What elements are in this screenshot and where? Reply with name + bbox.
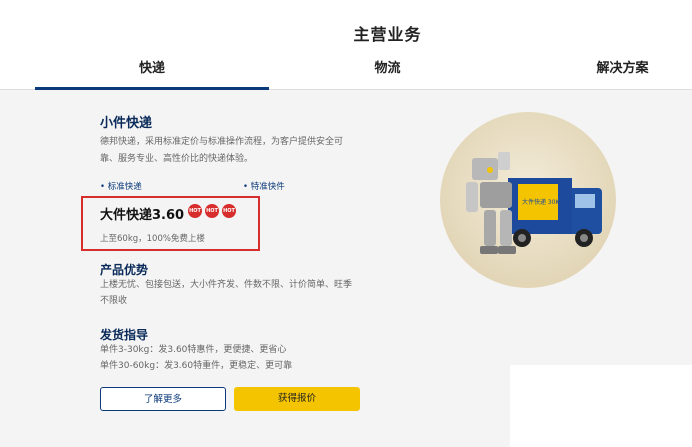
tab-express[interactable]: 快递 — [35, 55, 269, 90]
guide-line2: 单件30-60kg：发3.60特重件，更稳定、更可靠 — [100, 361, 293, 371]
tab-bar: 快递 物流 解决方案 — [0, 55, 692, 90]
bullet-standard-express[interactable]: 标准快递 — [100, 180, 142, 192]
tab-solutions[interactable]: 解决方案 — [575, 55, 670, 87]
advantage-title: 产品优势 — [100, 263, 149, 277]
get-quote-button[interactable]: 获得报价 — [234, 387, 360, 411]
robot-truck-illustration: 大件快递 30KG — [440, 112, 616, 288]
advantage-line1: 上楼无忧、包接包送，大小件齐发、件数不限、计价简单、旺季 — [100, 280, 353, 290]
tab-logistics[interactable]: 物流 — [340, 55, 435, 87]
advantage-line2: 不限收 — [100, 296, 128, 306]
hot-badge-icon: HOT — [222, 204, 236, 218]
small-express-desc-line2: 靠、服务专业、高性价比的快递体验。 — [100, 154, 254, 164]
bullet-special-express[interactable]: 特准快件 — [243, 180, 285, 192]
big-express-title: 大件快递3.60 — [100, 208, 185, 223]
guide-title: 发货指导 — [100, 328, 149, 342]
svg-text:大件快递 30KG: 大件快递 30KG — [522, 198, 564, 206]
learn-more-button[interactable]: 了解更多 — [100, 387, 226, 411]
lower-right-panel — [510, 365, 692, 447]
hot-badge-icon: HOT — [205, 204, 219, 218]
guide-line1: 单件3-30kg：发3.60特惠件，更便捷、更省心 — [100, 345, 287, 355]
small-express-desc-line1: 德邦快递，采用标准定价与标准操作流程，为客户提供安全可 — [100, 137, 344, 147]
section-title: 主营业务 — [353, 25, 422, 44]
small-express-title: 小件快递 — [100, 116, 153, 131]
content-area: 小件快递 德邦快递，采用标准定价与标准操作流程，为客户提供安全可 靠、服务专业、… — [0, 90, 692, 447]
big-express-note: 上至60kg，100%免费上楼 — [100, 234, 205, 244]
hot-badges: HOT HOT HOT — [188, 204, 236, 218]
hot-badge-icon: HOT — [188, 204, 202, 218]
